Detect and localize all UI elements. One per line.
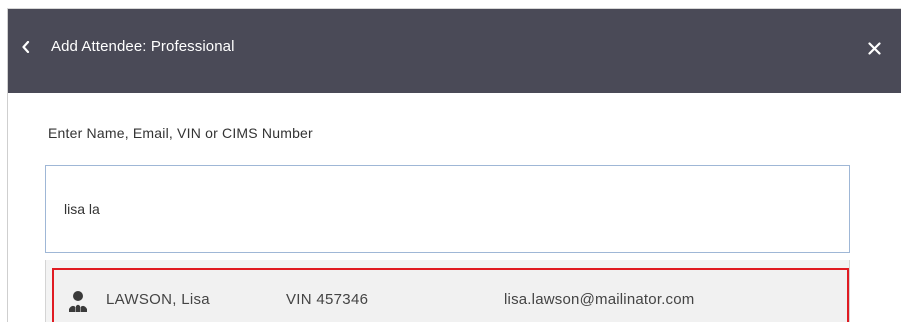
dialog-title: Add Attendee: Professional [51,38,235,55]
back-button[interactable] [12,33,40,61]
result-email: lisa.lawson@mailinator.com [504,291,695,308]
attendee-search-input[interactable] [45,165,850,253]
result-vin: VIN 457346 [286,291,369,308]
result-name: LAWSON, Lisa [106,291,210,308]
search-result-item[interactable]: LAWSON, Lisa VIN 457346 lisa.lawson@mail… [52,268,849,322]
chevron-left-icon [22,41,30,53]
close-button[interactable] [861,35,887,61]
search-field-label: Enter Name, Email, VIN or CIMS Number [48,125,313,141]
close-icon [867,41,881,55]
dialog-header: Add Attendee: Professional [8,9,901,93]
person-group-icon [69,291,87,312]
